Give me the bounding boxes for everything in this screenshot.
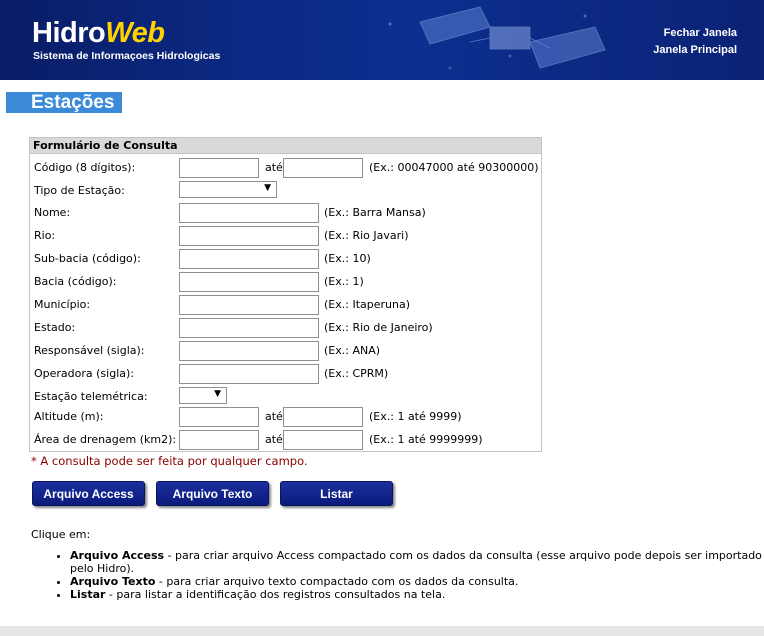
telemetrica-label: Estação telemétrica:: [34, 390, 148, 403]
estado-example: (Ex.: Rio de Janeiro): [324, 321, 433, 334]
arquivo-access-button[interactable]: Arquivo Access: [32, 481, 145, 506]
help-term: Arquivo Texto: [70, 575, 156, 588]
municipio-label: Município:: [34, 298, 91, 311]
site-header: HidroWeb Sistema de Informaçoes Hidrolog…: [0, 0, 764, 80]
telemetrica-select[interactable]: ▼: [179, 387, 227, 404]
operadora-label: Operadora (sigla):: [34, 367, 134, 380]
form-row-estado: Estado: (Ex.: Rio de Janeiro): [30, 318, 541, 338]
tipo-select[interactable]: ▼: [179, 181, 277, 198]
bacia-example: (Ex.: 1): [324, 275, 364, 288]
bacia-input[interactable]: [179, 272, 319, 292]
nome-example: (Ex.: Barra Mansa): [324, 206, 426, 219]
operadora-input[interactable]: [179, 364, 319, 384]
form-row-subbacia: Sub-bacia (código): (Ex.: 10): [30, 249, 541, 269]
main-window-link[interactable]: Janela Principal: [653, 44, 737, 56]
help-term: Arquivo Access: [70, 549, 165, 562]
drenagem-to-input[interactable]: [283, 430, 363, 450]
altitude-to-input[interactable]: [283, 407, 363, 427]
form-title: Formulário de Consulta: [30, 138, 541, 154]
drenagem-from-input[interactable]: [179, 430, 259, 450]
rio-label: Rio:: [34, 229, 56, 242]
help-desc: - para criar arquivo texto compactado co…: [155, 575, 519, 588]
subbacia-label: Sub-bacia (código):: [34, 252, 141, 265]
logo-text-web: Web: [105, 17, 165, 49]
altitude-example: (Ex.: 1 até 9999): [369, 410, 462, 423]
close-window-link[interactable]: Fechar Janela: [664, 27, 737, 39]
drenagem-label: Área de drenagem (km2):: [34, 433, 177, 446]
rio-example: (Ex.: Rio Javari): [324, 229, 409, 242]
satellite-image: [419, 6, 606, 69]
responsavel-example: (Ex.: ANA): [324, 344, 381, 357]
subbacia-example: (Ex.: 10): [324, 252, 371, 265]
form-row-responsavel: Responsável (sigla): (Ex.: ANA): [30, 341, 541, 361]
help-item-texto: Arquivo Texto - para criar arquivo texto…: [70, 575, 764, 588]
help-desc: - para listar a identificação dos regist…: [105, 588, 446, 601]
altitude-from-input[interactable]: [179, 407, 259, 427]
rio-input[interactable]: [179, 226, 319, 246]
form-row-municipio: Município: (Ex.: Itaperuna): [30, 295, 541, 315]
form-note: * A consulta pode ser feita por qualquer…: [31, 454, 308, 468]
listar-button[interactable]: Listar: [280, 481, 393, 506]
query-form: Formulário de Consulta Código (8 dígitos…: [29, 137, 542, 452]
form-row-telemetrica: Estação telemétrica: ▼: [30, 387, 541, 407]
municipio-input[interactable]: [179, 295, 319, 315]
form-row-operadora: Operadora (sigla): (Ex.: CPRM): [30, 364, 541, 384]
codigo-to-input[interactable]: [283, 158, 363, 178]
form-row-drenagem: Área de drenagem (km2): até (Ex.: 1 até …: [30, 430, 541, 450]
help-term: Listar: [70, 588, 106, 601]
form-row-rio: Rio: (Ex.: Rio Javari): [30, 226, 541, 246]
hidroweb-logo: HidroWeb: [32, 17, 165, 49]
drenagem-ate-label: até: [265, 433, 283, 446]
help-item-listar: Listar - para listar a identificação dos…: [70, 588, 764, 601]
altitude-ate-label: até: [265, 410, 283, 423]
subbacia-input[interactable]: [179, 249, 319, 269]
form-row-tipo: Tipo de Estação: ▼: [30, 181, 541, 201]
codigo-example: (Ex.: 00047000 até 90300000): [369, 161, 539, 174]
tipo-label: Tipo de Estação:: [34, 184, 125, 197]
page-title: Estações: [6, 92, 122, 113]
footer-bar: [0, 626, 764, 636]
responsavel-label: Responsável (sigla):: [34, 344, 145, 357]
codigo-label: Código (8 dígitos):: [34, 161, 136, 174]
codigo-ate-label: até: [265, 161, 283, 174]
help-intro: Clique em:: [31, 528, 91, 541]
chevron-down-icon: ▼: [264, 183, 271, 193]
drenagem-example: (Ex.: 1 até 9999999): [369, 433, 483, 446]
responsavel-input[interactable]: [179, 341, 319, 361]
form-row-altitude: Altitude (m): até (Ex.: 1 até 9999): [30, 407, 541, 427]
bacia-label: Bacia (código):: [34, 275, 117, 288]
codigo-from-input[interactable]: [179, 158, 259, 178]
municipio-example: (Ex.: Itaperuna): [324, 298, 410, 311]
help-desc: - para criar arquivo Access compactado c…: [70, 549, 762, 575]
logo-text-hidro: Hidro: [32, 17, 106, 49]
form-row-bacia: Bacia (código): (Ex.: 1): [30, 272, 541, 292]
estado-input[interactable]: [179, 318, 319, 338]
help-list: Arquivo Access - para criar arquivo Acce…: [30, 549, 764, 601]
arquivo-texto-button[interactable]: Arquivo Texto: [156, 481, 269, 506]
chevron-down-icon: ▼: [214, 389, 221, 399]
operadora-example: (Ex.: CPRM): [324, 367, 389, 380]
nome-label: Nome:: [34, 206, 71, 219]
site-subtitle: Sistema de Informaçoes Hidrologicas: [33, 50, 221, 62]
form-row-codigo: Código (8 dígitos): até (Ex.: 00047000 a…: [30, 158, 541, 178]
altitude-label: Altitude (m):: [34, 410, 104, 423]
form-row-nome: Nome: (Ex.: Barra Mansa): [30, 203, 541, 223]
help-item-access: Arquivo Access - para criar arquivo Acce…: [70, 549, 764, 575]
estado-label: Estado:: [34, 321, 76, 334]
nome-input[interactable]: [179, 203, 319, 223]
